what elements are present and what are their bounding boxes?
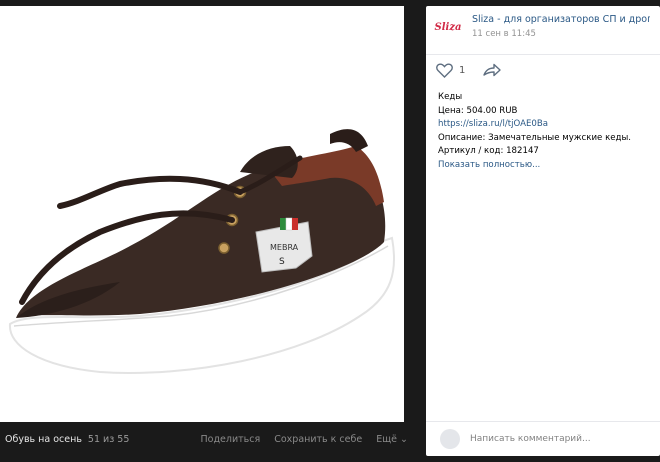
- tag-size-text: S: [279, 257, 285, 267]
- show-more-link[interactable]: Показать полностью...: [438, 159, 660, 173]
- photo-footer: Обувь на осень 51 из 55 Поделиться Сохра…: [0, 424, 420, 454]
- photo-viewer: MEBRA S Обувь на осень 51 из 55 Поделить…: [0, 0, 660, 462]
- group-name-link[interactable]: Sliza - для организаторов СП и дроп: [472, 13, 650, 27]
- user-avatar: [440, 429, 460, 449]
- reactions-bar: 1: [426, 55, 660, 85]
- post-date[interactable]: 11 сен в 11:45: [472, 27, 650, 41]
- share-arrow-icon: [483, 63, 502, 77]
- sneaker-image: MEBRA S: [8, 129, 396, 374]
- post-panel: Sliza Sliza - для организаторов СП и дро…: [426, 6, 660, 456]
- album-title[interactable]: Обувь на осень: [5, 434, 82, 445]
- group-avatar[interactable]: Sliza: [434, 13, 462, 41]
- like-button[interactable]: 1: [436, 63, 465, 78]
- post-header: Sliza Sliza - для организаторов СП и дро…: [426, 6, 660, 48]
- comment-input[interactable]: [468, 433, 652, 445]
- photo-counter: 51 из 55: [87, 433, 130, 445]
- photo-actions: Поделиться Сохранить к себе Ещё ⌄: [201, 434, 408, 445]
- tag-brand-text: MEBRA: [270, 243, 299, 252]
- post-article: Артикул / код: 182147: [438, 146, 539, 156]
- save-button[interactable]: Сохранить к себе: [274, 434, 362, 445]
- product-photo[interactable]: MEBRA S: [0, 6, 404, 422]
- comment-box: [426, 421, 660, 456]
- share-post-button[interactable]: [483, 63, 502, 77]
- product-link[interactable]: https://sliza.ru/l/tjOAE0Ba: [438, 118, 660, 132]
- post-description: Описание: Замечательные мужские кеды.: [438, 132, 632, 143]
- post-text: Кеды Цена: 504.00 RUB https://sliza.ru/l…: [426, 85, 660, 172]
- share-button[interactable]: Поделиться: [201, 434, 261, 445]
- like-count: 1: [459, 64, 466, 76]
- more-button[interactable]: Ещё ⌄: [376, 434, 408, 445]
- post-price: Цена: 504.00 RUB: [438, 105, 518, 116]
- post-title: Кеды: [438, 92, 463, 102]
- heart-icon: [436, 63, 453, 78]
